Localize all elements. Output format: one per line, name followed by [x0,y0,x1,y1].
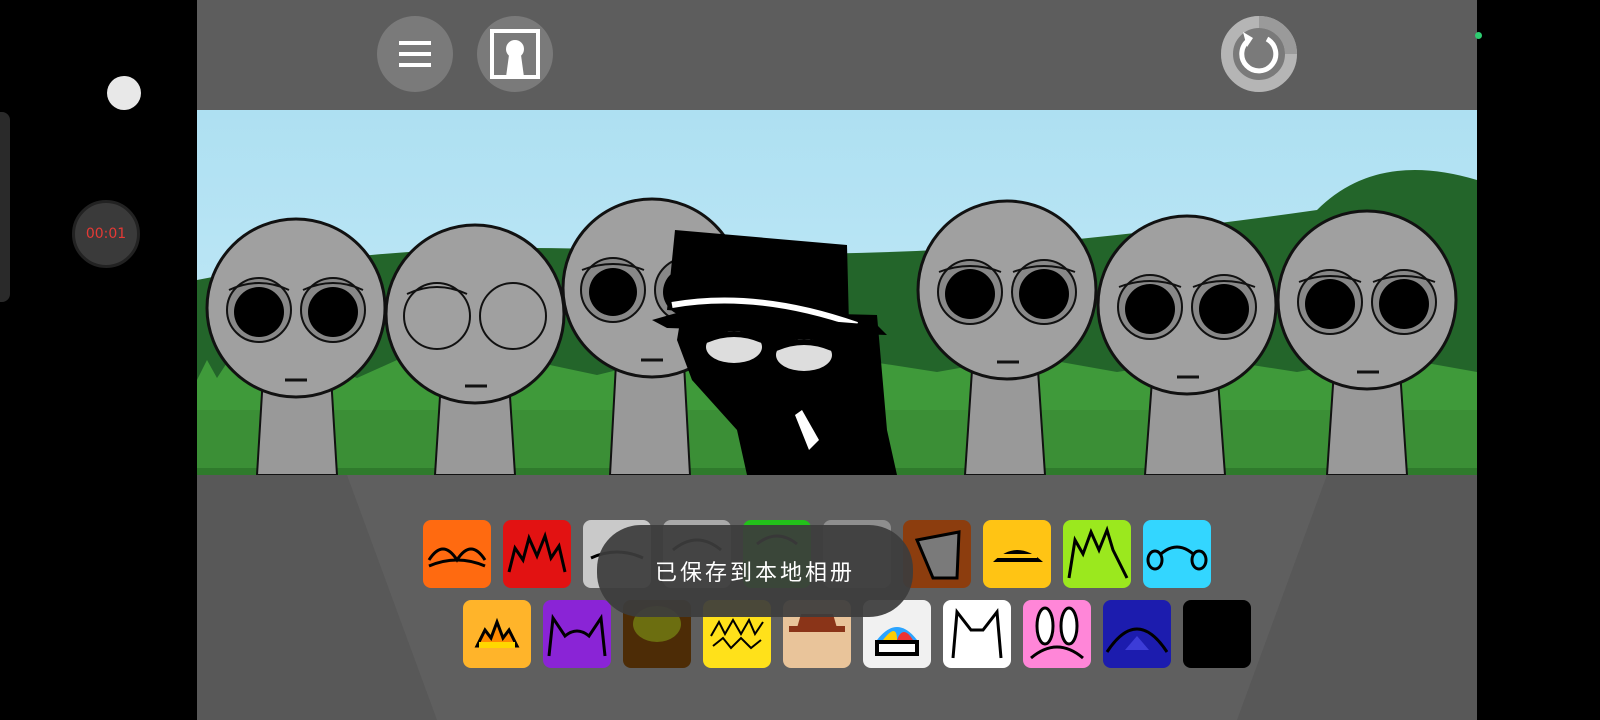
menu-button[interactable] [377,16,453,92]
red-spiky-icon[interactable] [503,520,571,588]
white-cat-icon[interactable] [943,600,1011,668]
portrait-icon [490,29,540,79]
hamburger-menu-icon [399,41,431,67]
status-dot [1475,32,1482,39]
reset-button[interactable] [1221,16,1297,92]
camera-overlay-panel: 00:01 [0,0,197,720]
bucket-icon[interactable] [903,520,971,588]
yellow-helmet-icon[interactable] [983,520,1051,588]
purple-horns-icon[interactable] [543,600,611,668]
saved-toast: 已保存到本地相册 [597,525,913,617]
cyan-headphones-icon[interactable] [1143,520,1211,588]
lime-hair-icon[interactable] [1063,520,1131,588]
game-stage: 已保存到本地相册 [197,0,1477,720]
reset-icon [1221,16,1297,92]
portrait-button[interactable] [477,16,553,92]
orange-headband-icon[interactable] [423,520,491,588]
side-drawer-handle[interactable] [0,112,10,302]
top-bar [197,0,1477,110]
character-scene [197,110,1477,476]
pink-bunny-icon[interactable] [1023,600,1091,668]
capture-button[interactable] [107,76,141,110]
blue-dome-icon[interactable] [1103,600,1171,668]
scene-art [197,110,1477,476]
recording-timer[interactable]: 00:01 [72,200,140,268]
black-blank-icon[interactable] [1183,600,1251,668]
sun-icon[interactable] [463,600,531,668]
